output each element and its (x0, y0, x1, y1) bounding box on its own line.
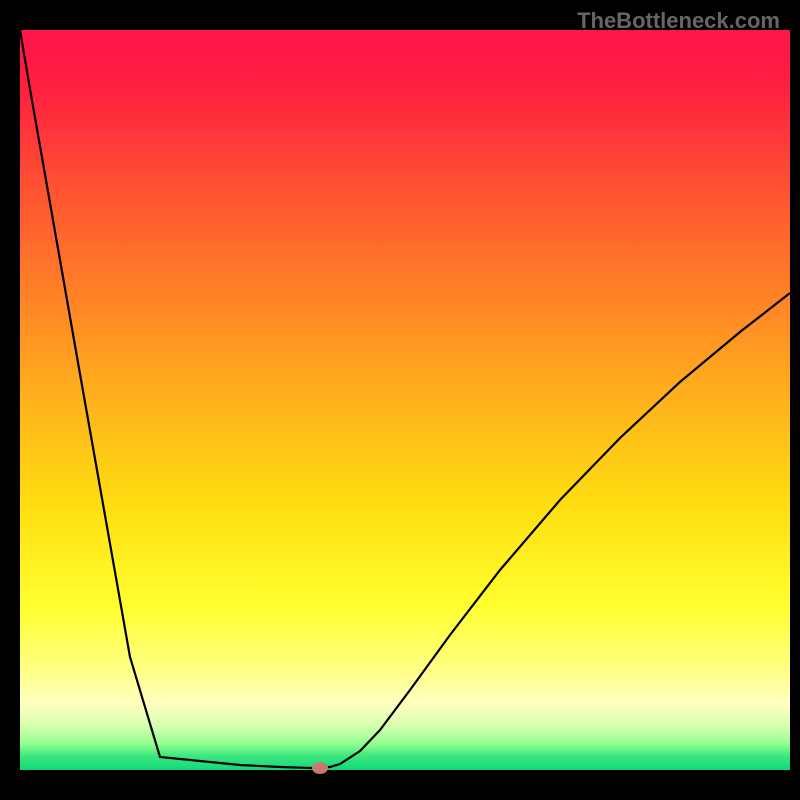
plot-area (20, 30, 790, 770)
optimum-marker (312, 762, 328, 774)
watermark-text: TheBottleneck.com (577, 8, 780, 34)
chart-container: TheBottleneck.com (0, 0, 800, 800)
chart-svg (0, 0, 800, 800)
